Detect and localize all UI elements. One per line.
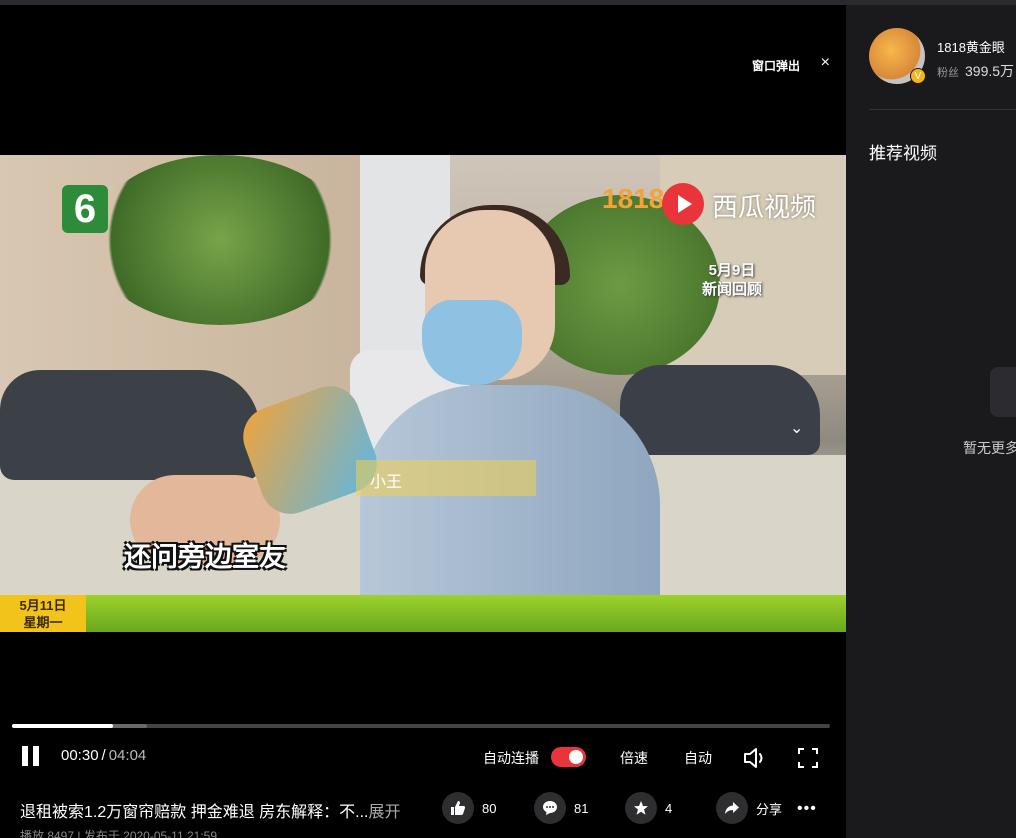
empty-state-text: 暂无更多 bbox=[963, 440, 1016, 456]
volume-icon[interactable] bbox=[743, 746, 769, 770]
scene-car-left bbox=[0, 370, 260, 480]
watermark-1818: 1818 bbox=[602, 183, 665, 214]
video-player[interactable]: 窗口弹出 × 6 1818 西瓜视频 5月9日 新闻回顾 ⌄ 小王 还问旁边室友… bbox=[0, 5, 846, 780]
close-icon[interactable]: × bbox=[821, 53, 830, 73]
favorite-count: 4 bbox=[665, 800, 673, 816]
watermark-brand: 西瓜视频 bbox=[712, 192, 817, 222]
like-button[interactable]: 80 bbox=[442, 792, 496, 824]
time-separator: / bbox=[101, 747, 106, 764]
expand-link[interactable]: 展开 bbox=[368, 804, 400, 821]
thumbs-up-icon bbox=[442, 792, 474, 824]
video-subtitle: 还问旁边室友 bbox=[124, 542, 286, 572]
pause-icon-bar-right bbox=[33, 746, 39, 766]
fans-label: 粉丝 bbox=[937, 67, 959, 79]
date-day: 5月11日 bbox=[19, 598, 67, 613]
star-icon bbox=[625, 792, 657, 824]
favorite-button[interactable]: 4 bbox=[625, 792, 672, 824]
progress-played bbox=[12, 724, 113, 728]
verified-badge-icon: V bbox=[910, 68, 926, 84]
empty-state-icon bbox=[990, 367, 1016, 417]
news-banner bbox=[0, 595, 846, 632]
progress-bar[interactable] bbox=[12, 724, 830, 728]
share-button[interactable]: 分享 bbox=[716, 792, 782, 824]
date-weekday: 星期一 bbox=[23, 615, 63, 630]
autoplay-toggle[interactable] bbox=[551, 747, 586, 767]
comment-count: 81 bbox=[574, 800, 589, 816]
share-icon bbox=[716, 792, 748, 824]
pause-button[interactable] bbox=[20, 745, 42, 767]
recommend-title: 推荐视频 bbox=[869, 144, 937, 163]
share-label: 分享 bbox=[756, 801, 783, 817]
chevron-down-icon: ⌄ bbox=[790, 420, 804, 437]
recap-label: 5月9日 新闻回顾 bbox=[702, 261, 762, 299]
video-title-text: 退租被索1.2万窗帘赔款 押金难退 房东解释：不... bbox=[20, 804, 369, 821]
pause-icon-bar-left bbox=[22, 746, 28, 766]
fullscreen-icon[interactable] bbox=[797, 747, 819, 769]
fans-count: 399.5万 bbox=[965, 63, 1015, 79]
recap-date: 5月9日 bbox=[708, 262, 756, 279]
channel-name[interactable]: 1818黄金眼 bbox=[937, 37, 1005, 56]
sidebar: V 1818黄金眼 粉丝 399.5万 推荐视频 暂无更多 bbox=[846, 5, 1016, 838]
date-box: 5月11日 星期一 bbox=[0, 595, 86, 632]
scene-car-right bbox=[620, 365, 820, 455]
fans-info: 粉丝 399.5万 bbox=[937, 61, 1014, 81]
time-display: 00:30/04:04 bbox=[61, 747, 146, 764]
autoplay-label: 自动连播 bbox=[483, 750, 539, 766]
video-page: 窗口弹出 × 6 1818 西瓜视频 5月9日 新闻回顾 ⌄ 小王 还问旁边室友… bbox=[0, 0, 1016, 838]
total-time: 04:04 bbox=[108, 747, 147, 764]
popout-button[interactable]: 窗口弹出 bbox=[752, 57, 800, 74]
sidebar-divider bbox=[869, 109, 1016, 110]
comment-button[interactable]: 81 bbox=[534, 792, 588, 824]
comment-icon bbox=[534, 792, 566, 824]
like-count: 80 bbox=[482, 800, 497, 816]
current-time: 00:30 bbox=[61, 747, 99, 764]
video-title[interactable]: 退租被索1.2万窗帘赔款 押金难退 房东解释：不...展开 bbox=[20, 798, 401, 822]
quality-button[interactable]: 自动 bbox=[684, 748, 712, 768]
scene-tree-left bbox=[90, 155, 350, 325]
channel-logo: 6 bbox=[62, 185, 108, 233]
xigua-logo-icon bbox=[662, 183, 704, 225]
video-meta: 播放 8497 | 发布于 2020-05-11 21:59 bbox=[20, 829, 218, 838]
scene-person-mask bbox=[422, 300, 522, 385]
video-info-bar: 退租被索1.2万窗帘赔款 押金难退 房东解释：不...展开 播放 8497 | … bbox=[0, 780, 846, 838]
more-options-icon[interactable]: ••• bbox=[797, 800, 817, 818]
recap-text: 新闻回顾 bbox=[702, 281, 763, 298]
name-tag: 小王 bbox=[356, 460, 536, 496]
video-frame[interactable]: 6 1818 西瓜视频 5月9日 新闻回顾 ⌄ 小王 还问旁边室友 5月11日 … bbox=[0, 155, 846, 632]
speed-button[interactable]: 倍速 bbox=[620, 748, 648, 768]
